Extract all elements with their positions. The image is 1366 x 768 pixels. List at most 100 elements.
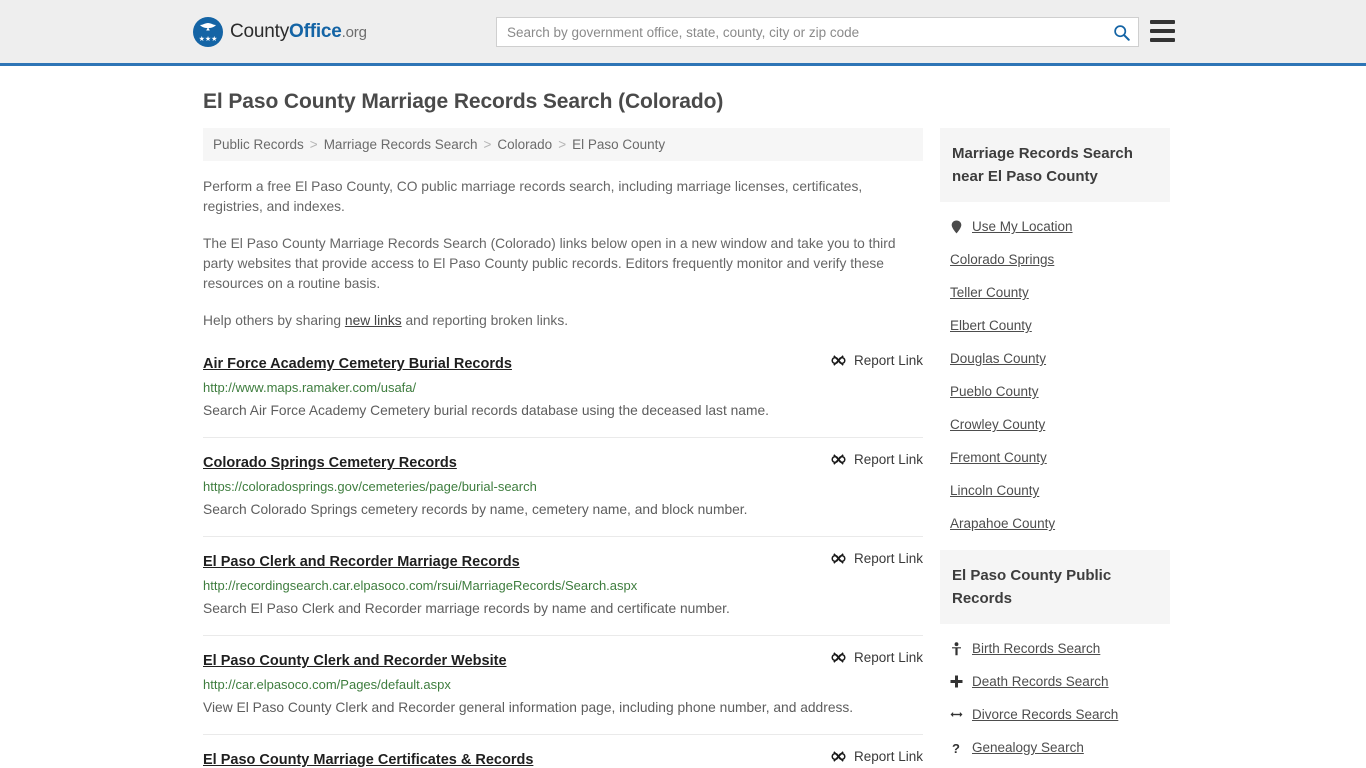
page-title: El Paso County Marriage Records Search (… <box>203 90 724 113</box>
sidebar-link-label[interactable]: Divorce Records Search <box>972 707 1118 722</box>
record-link-description: Search Colorado Springs cemetery records… <box>203 502 748 517</box>
report-link-label: Report Link <box>853 749 923 764</box>
sidebar-link-label[interactable]: Elbert County <box>950 318 1032 333</box>
sidebar-item-lincoln-county[interactable]: Lincoln County <box>940 474 1170 507</box>
sidebar-item-douglas-county[interactable]: Douglas County <box>940 342 1170 375</box>
record-link-title[interactable]: El Paso County Marriage Certificates & R… <box>203 752 533 768</box>
record-link-description: Search Air Force Academy Cemetery burial… <box>203 403 769 418</box>
report-link-button[interactable]: Report Link <box>831 452 923 467</box>
sidebar-link-label[interactable]: Death Records Search <box>972 674 1109 689</box>
record-link-url[interactable]: http://car.elpasoco.com/Pages/default.as… <box>203 677 923 692</box>
hamburger-menu-icon[interactable] <box>1150 20 1175 42</box>
baby-icon <box>950 641 963 656</box>
svg-text:?: ? <box>952 741 960 755</box>
intro-paragraph-1: Perform a free El Paso County, CO public… <box>203 179 863 214</box>
sidebar-item-pueblo-county[interactable]: Pueblo County <box>940 375 1170 408</box>
nearby-search-card: Marriage Records Search near El Paso Cou… <box>940 128 1170 540</box>
broken-link-icon <box>831 553 846 564</box>
new-links-link[interactable]: new links <box>345 313 402 328</box>
content-row: Public Records > Marriage Records Search… <box>203 128 1173 768</box>
intro-paragraph-2: The El Paso County Marriage Records Sear… <box>203 236 896 291</box>
sidebar-item-arapahoe-county[interactable]: Arapahoe County <box>940 507 1170 540</box>
intro-p3-after: and reporting broken links. <box>401 313 569 328</box>
report-link-button[interactable]: Report Link <box>831 551 923 566</box>
main-column: Public Records > Marriage Records Search… <box>203 128 923 768</box>
sidebar-item-teller-county[interactable]: Teller County <box>940 276 1170 309</box>
record-link-title[interactable]: El Paso Clerk and Recorder Marriage Reco… <box>203 554 520 570</box>
record-link-description: View El Paso County Clerk and Recorder g… <box>203 700 854 715</box>
logo-text-org: .org <box>341 23 367 41</box>
sidebar-link-label[interactable]: Lincoln County <box>950 483 1039 498</box>
list-item-header: El Paso County Clerk and Recorder Websit… <box>203 650 923 669</box>
intro-paragraph-3: Help others by sharing new links and rep… <box>203 311 923 331</box>
search-bar[interactable] <box>496 17 1139 47</box>
record-link-url[interactable]: https://coloradosprings.gov/cemeteries/p… <box>203 479 923 494</box>
question-mark-icon: ? <box>950 741 963 755</box>
site-logo[interactable]: ★★★ CountyOffice.org <box>193 16 367 47</box>
sidebar-link-label[interactable]: Pueblo County <box>950 384 1039 399</box>
list-item: El Paso County Clerk and Recorder Websit… <box>203 650 923 735</box>
report-link-button[interactable]: Report Link <box>831 749 923 764</box>
report-link-label: Report Link <box>853 650 923 665</box>
nearby-search-title: Marriage Records Search near El Paso Cou… <box>940 128 1170 202</box>
intro-p3-before: Help others by sharing <box>203 313 345 328</box>
breadcrumb-item-colorado[interactable]: Colorado <box>497 137 552 152</box>
list-item: Colorado Springs Cemetery Records Report… <box>203 452 923 537</box>
sidebar-item-use-my-location[interactable]: Use My Location <box>940 210 1170 243</box>
sidebar-link-label[interactable]: Crowley County <box>950 417 1045 432</box>
split-arrows-icon <box>950 709 963 720</box>
record-link-title[interactable]: Colorado Springs Cemetery Records <box>203 455 457 471</box>
breadcrumb-separator: > <box>558 137 567 152</box>
breadcrumb-item-marriage-records-search[interactable]: Marriage Records Search <box>324 137 478 152</box>
public-records-card: El Paso County Public Records Birth Reco… <box>940 550 1170 764</box>
list-item-header: Air Force Academy Cemetery Burial Record… <box>203 353 923 372</box>
hamburger-bar <box>1150 38 1175 42</box>
eagle-glyph <box>200 22 216 30</box>
record-link-url[interactable]: http://recordingsearch.car.elpasoco.com/… <box>203 578 923 593</box>
sidebar-link-label[interactable]: Birth Records Search <box>972 641 1100 656</box>
intro-text: Perform a free El Paso County, CO public… <box>203 177 923 331</box>
sidebar-item-elbert-county[interactable]: Elbert County <box>940 309 1170 342</box>
sidebar-item-fremont-county[interactable]: Fremont County <box>940 441 1170 474</box>
breadcrumb-separator: > <box>483 137 492 152</box>
sidebar-link-label[interactable]: Use My Location <box>972 219 1073 234</box>
record-link-title[interactable]: Air Force Academy Cemetery Burial Record… <box>203 356 512 372</box>
broken-link-icon <box>831 454 846 465</box>
report-link-button[interactable]: Report Link <box>831 353 923 368</box>
county-office-eagle-logo-icon: ★★★ <box>193 16 223 47</box>
page-container: El Paso County Marriage Records Search (… <box>0 90 1366 768</box>
sidebar-item-crowley-county[interactable]: Crowley County <box>940 408 1170 441</box>
report-link-button[interactable]: Report Link <box>831 650 923 665</box>
sidebar-link-label[interactable]: Fremont County <box>950 450 1047 465</box>
stars-glyph: ★★★ <box>198 35 218 43</box>
list-item: Air Force Academy Cemetery Burial Record… <box>203 353 923 438</box>
record-link-url[interactable]: http://www.maps.ramaker.com/usafa/ <box>203 380 923 395</box>
sidebar-link-label[interactable]: Arapahoe County <box>950 516 1055 531</box>
broken-link-icon <box>831 355 846 366</box>
sidebar-item-genealogy-search[interactable]: ? Genealogy Search <box>940 731 1170 764</box>
sidebar-link-label[interactable]: Genealogy Search <box>972 740 1084 755</box>
list-item: El Paso Clerk and Recorder Marriage Reco… <box>203 551 923 636</box>
search-input[interactable] <box>497 18 1104 46</box>
cross-icon <box>950 675 963 688</box>
breadcrumb-separator: > <box>309 137 318 152</box>
sidebar-link-label[interactable]: Douglas County <box>950 351 1046 366</box>
sidebar-item-birth-records-search[interactable]: Birth Records Search <box>940 632 1170 665</box>
breadcrumb-item-public-records[interactable]: Public Records <box>213 137 304 152</box>
record-link-title[interactable]: El Paso County Clerk and Recorder Websit… <box>203 653 507 669</box>
logo-wordmark: CountyOffice.org <box>230 21 367 43</box>
hamburger-bar <box>1150 20 1175 24</box>
sidebar: Marriage Records Search near El Paso Cou… <box>940 128 1170 768</box>
list-item-header: El Paso Clerk and Recorder Marriage Reco… <box>203 551 923 570</box>
list-item-header: El Paso County Marriage Certificates & R… <box>203 749 923 768</box>
search-button[interactable] <box>1104 18 1138 46</box>
broken-link-icon <box>831 652 846 663</box>
sidebar-link-label[interactable]: Colorado Springs <box>950 252 1054 267</box>
sidebar-item-death-records-search[interactable]: Death Records Search <box>940 665 1170 698</box>
sidebar-link-label[interactable]: Teller County <box>950 285 1029 300</box>
report-link-label: Report Link <box>853 353 923 368</box>
sidebar-item-divorce-records-search[interactable]: Divorce Records Search <box>940 698 1170 731</box>
sidebar-item-colorado-springs[interactable]: Colorado Springs <box>940 243 1170 276</box>
breadcrumb: Public Records > Marriage Records Search… <box>203 128 923 161</box>
breadcrumb-item-el-paso-county[interactable]: El Paso County <box>572 137 665 152</box>
